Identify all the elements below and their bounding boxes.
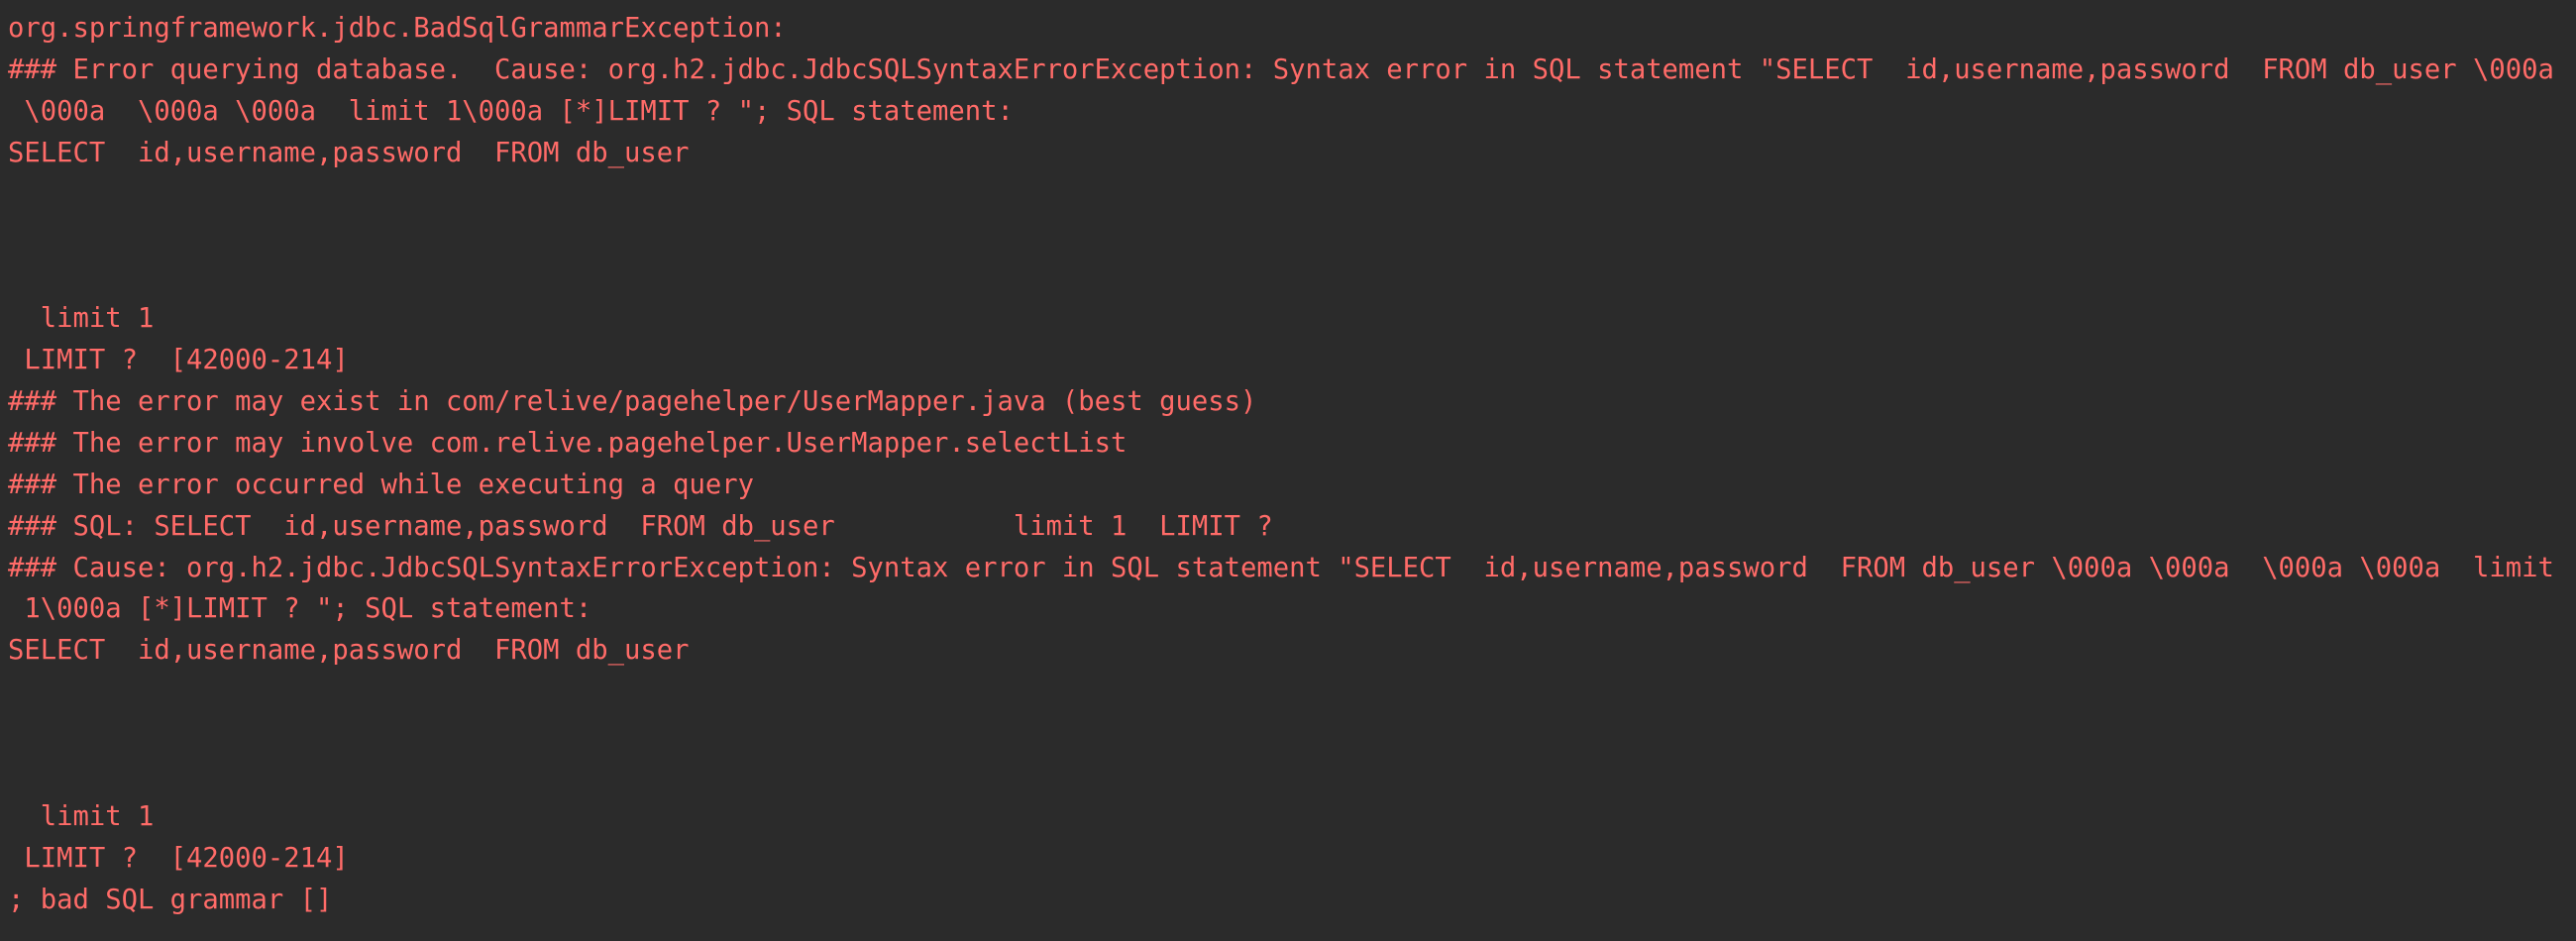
- console-line: ### The error may exist in com/relive/pa…: [8, 386, 1257, 418]
- console-line: ### The error may involve com.relive.pag…: [8, 427, 1127, 459]
- console-line: SELECT id,username,password FROM db_user: [8, 635, 690, 667]
- console-line: ### The error occurred while executing a…: [8, 469, 754, 500]
- console-line: ### SQL: SELECT id,username,password FRO…: [8, 510, 1273, 542]
- console-line: ### Error querying database. Cause: org.…: [8, 53, 2554, 85]
- console-line: LIMIT ? [42000-214]: [8, 842, 349, 874]
- console-line: limit 1: [8, 800, 155, 832]
- console-output: org.springframework.jdbc.BadSqlGrammarEx…: [8, 8, 2576, 941]
- console-line: 1\000a [*]LIMIT ? "; SQL statement:: [8, 593, 592, 625]
- console-line: limit 1: [8, 303, 155, 335]
- console-line: \000a \000a \000a limit 1\000a [*]LIMIT …: [8, 95, 1014, 127]
- console-line: LIMIT ? [42000-214]: [8, 345, 349, 376]
- console-line: SELECT id,username,password FROM db_user: [8, 137, 690, 168]
- console-line: ### Cause: org.h2.jdbc.JdbcSQLSyntaxErro…: [8, 552, 2554, 583]
- console-line: org.springframework.jdbc.BadSqlGrammarEx…: [8, 13, 787, 44]
- console-line: ; bad SQL grammar []: [8, 884, 333, 915]
